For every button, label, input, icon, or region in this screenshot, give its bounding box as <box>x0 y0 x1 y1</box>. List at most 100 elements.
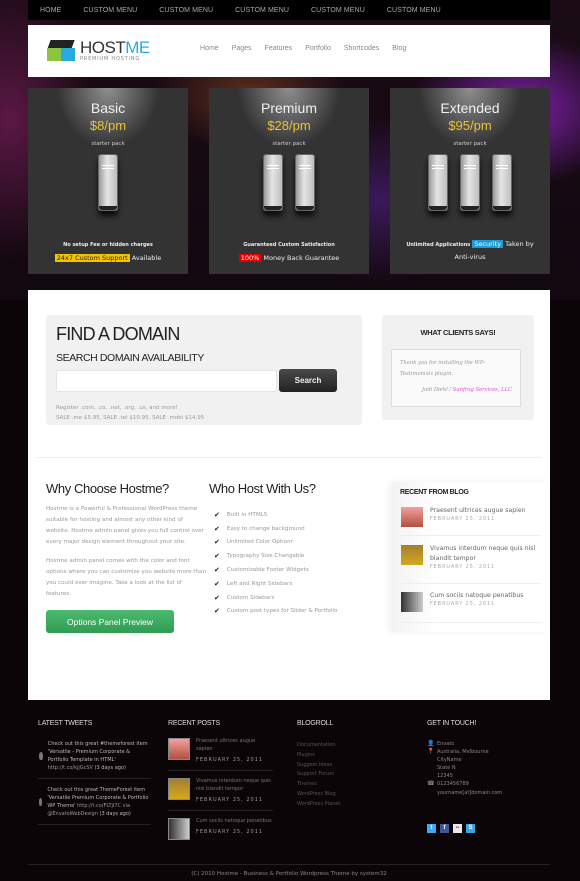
feature-item: ✔ Easy to change background <box>214 524 305 533</box>
check-icon: ✔ <box>214 510 220 519</box>
skype-icon[interactable]: S <box>466 823 475 833</box>
server-icons <box>28 154 188 214</box>
plan-note: No setup Fee or hidden charges <box>63 242 153 248</box>
blogroll-widget: BLOGROLL Documentation Plugins Suggest I… <box>297 720 340 810</box>
feature-item: ✔ Left and Right Sidebars <box>214 579 293 588</box>
highlight-badge: Security <box>472 240 504 248</box>
plan-subtitle: starter pack <box>91 141 125 147</box>
server-icon <box>98 154 118 211</box>
post-title[interactable]: Vivamus interdum neque quis nisl blandit… <box>196 777 273 793</box>
top-menu-custom-4[interactable]: CUSTOM MENU <box>311 7 365 14</box>
blog-post-item[interactable]: Vivamus interdum neque quis nisl blandit… <box>401 544 541 584</box>
features-list: ✔ Built in HTML5 ✔ Easy to change backgrou… <box>209 508 379 618</box>
top-menu-custom-2[interactable]: CUSTOM MENU <box>159 7 213 14</box>
plan-extended[interactable]: Extended $95/pm starter pack Unlimited A… <box>390 88 550 274</box>
server-icons <box>390 154 550 214</box>
plan-name: Premium <box>260 100 317 116</box>
plan-price: $95/pm <box>448 118 492 133</box>
server-icon <box>428 154 448 211</box>
contact-email[interactable]: yourname[at]domain.com <box>437 789 502 797</box>
twitter-bird-icon <box>39 752 43 760</box>
plan-highlight: 100% Money Back Guarantee <box>238 254 340 262</box>
search-button[interactable]: Search <box>279 369 337 392</box>
site-footer: LATEST TWEETS Check out this great #them… <box>28 700 550 881</box>
feature-item: ✔ Typography Size Changable <box>214 552 305 561</box>
plan-premium[interactable]: Premium $28/pm starter pack Guaranteed C… <box>209 88 369 274</box>
twitter-icon[interactable]: t <box>427 823 436 833</box>
why-paragraph-2: Hostme admin panel comes with the color … <box>46 558 207 597</box>
top-menu-custom-5[interactable]: CUSTOM MENU <box>387 7 441 14</box>
nav-home[interactable]: Home <box>200 45 219 52</box>
highlight-badge: 24x7 Custom Support <box>54 254 130 262</box>
blog-post-item[interactable]: Cum sociis natoque penatibus FEBRUARY 25,… <box>401 591 541 623</box>
post-title[interactable]: Praesent ultrices augue sapien <box>430 506 526 516</box>
logo[interactable]: HOSTME PREMIUM HOSTING <box>46 38 150 62</box>
blogroll-link[interactable]: Documentation <box>297 741 340 751</box>
tweet-link[interactable]: http://t.co/kjjGcSV <box>48 765 93 771</box>
nav-shortcodes[interactable]: Shortcodes <box>344 45 379 52</box>
testimonials-title: WHAT CLIENTS SAYS! <box>420 328 496 337</box>
recent-blog-title: RECENT FROM BLOG <box>400 489 469 496</box>
post-title[interactable]: Cum sociis natoque penatibus <box>196 817 272 825</box>
footer-post-item[interactable]: Cum sociis natoque penatibus FEBRUARY 25,… <box>168 811 273 846</box>
cube-logo-icon <box>46 40 76 62</box>
footer-divider <box>28 864 550 865</box>
blogroll-link[interactable]: Plugins <box>297 751 340 761</box>
contact-address-line: State N <box>437 765 456 772</box>
why-choose-section: Why Choose Hostme? Hostme is a Powerful … <box>46 481 206 633</box>
blogroll-link[interactable]: Suggest Ideas <box>297 761 340 771</box>
check-icon: ✔ <box>214 524 220 533</box>
blog-post-item[interactable]: Praesent ultrices augue sapien FEBRUARY 2… <box>401 506 541 536</box>
plan-basic[interactable]: Basic $8/pm starter pack No setup Fee or… <box>28 88 188 274</box>
blogroll-link[interactable]: WordPress Blog <box>297 790 340 800</box>
feature-item: ✔ Unlimited Color Optionr <box>214 538 293 547</box>
post-date: FEBRUARY 25, 2011 <box>430 602 496 607</box>
features-section: Who Host With Us? ✔ Built in HTML5 ✔ Easy … <box>209 481 379 618</box>
blogroll-link[interactable]: Support Forum <box>297 770 340 780</box>
post-date: FEBRUARY 25, 2011 <box>430 517 496 522</box>
nav-features[interactable]: Features <box>265 45 293 52</box>
domain-title: FIND A DOMAIN <box>56 324 180 344</box>
top-menu-custom-1[interactable]: CUSTOM MENU <box>83 7 137 14</box>
latest-tweets-title: LATEST TWEETS <box>38 720 93 727</box>
options-panel-preview-button[interactable]: Options Panel Preview <box>46 610 174 633</box>
top-menu-custom-3[interactable]: CUSTOM MENU <box>235 7 289 14</box>
feature-item: ✔ Built in HTML5 <box>214 510 268 519</box>
social-links: t f •• S <box>427 823 502 833</box>
footer-post-item[interactable]: Praesent ultrices augue sapien FEBRUARY 2… <box>168 731 273 771</box>
plan-subtitle: starter pack <box>453 141 487 147</box>
contact-widget: GET IN TOUCH! 👤 Envato 📍 Australia, Melbou… <box>427 720 502 833</box>
nav-portfolio[interactable]: Portfolio <box>305 45 331 52</box>
server-icon <box>295 154 315 211</box>
post-date: FEBRUARY 25, 2011 <box>430 565 496 570</box>
check-icon: ✔ <box>214 538 220 547</box>
blogroll-link[interactable]: WordPress Planet <box>297 800 340 810</box>
logo-tagline: PREMIUM HOSTING <box>80 56 141 62</box>
plan-highlight: Unlimited Applications Security Taken by… <box>406 240 534 261</box>
why-paragraph-1: Hostme is a Powerful & Professional Word… <box>46 506 204 545</box>
main-content: FIND A DOMAIN SEARCH DOMAIN AVAILABILITY… <box>28 290 550 700</box>
post-title[interactable]: Cum sociis natoque penatibus <box>430 591 524 601</box>
nav-blog[interactable]: Blog <box>392 45 406 52</box>
highlight-badge: 100% <box>238 254 262 262</box>
flickr-icon[interactable]: •• <box>453 823 462 833</box>
post-title[interactable]: Vivamus interdum neque quis nisl blandit… <box>430 544 541 564</box>
footer-post-item[interactable]: Vivamus interdum neque quis nisl blandit… <box>168 771 273 811</box>
feature-item: ✔ Custom Sidebars <box>214 593 275 602</box>
recent-blog-widget: RECENT FROM BLOG Praesent ultrices augue… <box>392 482 548 632</box>
recent-posts-title: RECENT POSTS <box>168 720 220 727</box>
domain-search-input[interactable] <box>56 370 277 392</box>
nav-pages[interactable]: Pages <box>232 45 252 52</box>
blogroll-title: BLOGROLL <box>297 720 334 727</box>
server-icon <box>460 154 480 211</box>
plan-price: $8/pm <box>89 118 127 133</box>
twitter-bird-icon <box>39 798 43 806</box>
testimonial-company-link[interactable]: Sunfrog Services, LLC <box>453 387 512 393</box>
post-title[interactable]: Praesent ultrices augue sapien <box>196 737 273 753</box>
plan-price: $28/pm <box>267 118 311 133</box>
facebook-icon[interactable]: f <box>440 823 449 833</box>
top-menu-home[interactable]: HOME <box>40 7 61 14</box>
post-date: FEBRUARY 25, 2011 <box>196 757 264 763</box>
blogroll-link[interactable]: Themes <box>297 780 340 790</box>
logo-name: HOSTME <box>80 38 150 57</box>
